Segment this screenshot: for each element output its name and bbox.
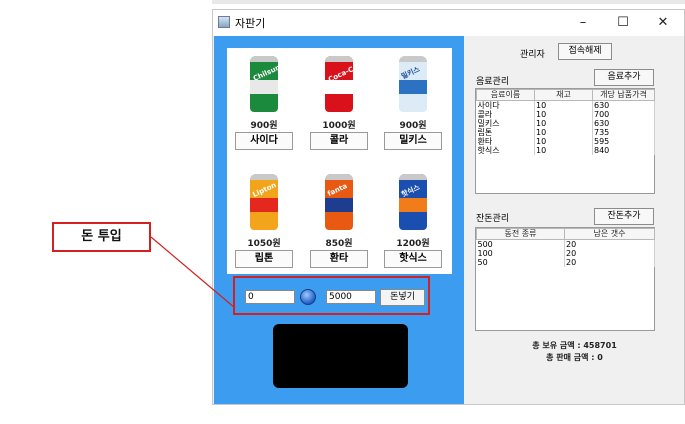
product-lipton: Lipton 1050원 립톤: [231, 172, 293, 272]
change-section-title: 잔돈관리: [476, 214, 510, 224]
admin-panel: 관리자 접속해제 음료관리 음료추가 음료이름 재고 개당 납품가격 사이다 10…: [465, 36, 684, 404]
drink-table-box: 음료이름 재고 개당 납품가격 사이다 10 630 콜라 10 700 밀키스 10 63…: [475, 88, 655, 194]
table-cell: 500: [476, 239, 565, 249]
column-header[interactable]: 개당 납품가격: [592, 89, 655, 101]
table-row[interactable]: 콜라 10 700: [476, 110, 655, 119]
callout-label: 돈 투입: [52, 222, 151, 252]
table-row[interactable]: 환타 10 595: [476, 137, 655, 146]
buy-cola-button[interactable]: 콜라: [310, 132, 368, 150]
product-hot6: 핫식스 1200원 핫식스: [380, 172, 442, 272]
table-row[interactable]: 50 20: [476, 258, 655, 267]
table-cell: 10: [534, 128, 593, 137]
drink-section-title: 음료관리: [476, 77, 510, 87]
table-cell: 10: [534, 110, 593, 119]
fanta-can-image: fanta: [325, 174, 353, 230]
close-button[interactable]: ✕: [643, 12, 683, 34]
milkis-can-image: 밀키스: [399, 56, 427, 112]
disconnect-button[interactable]: 접속해제: [558, 43, 612, 60]
buy-lipton-button[interactable]: 립톤: [235, 250, 293, 268]
table-cell: 10: [534, 119, 593, 128]
column-header[interactable]: 동전 종류: [476, 228, 565, 240]
table-cell: 핫식스: [476, 146, 535, 155]
java-app-icon: [218, 16, 230, 28]
product-display: Chilsung 900원 사이다 Coca-Cola 1000원 콜라 밀키스…: [227, 48, 452, 274]
column-header[interactable]: 남은 갯수: [564, 228, 655, 240]
table-cell: 10: [534, 100, 593, 110]
table-cell: 700: [592, 110, 655, 119]
total-sales-label: 총 판매 금액 : 0: [546, 353, 603, 362]
vending-machine-window: 자판기 – ☐ ✕ Chilsung 900원 사이다 Coca-Cola 10…: [212, 9, 685, 405]
table-cell: 735: [592, 128, 655, 137]
fanta-logo: fanta: [326, 181, 349, 199]
table-cell: 밀키스: [476, 119, 535, 128]
buy-cider-button[interactable]: 사이다: [235, 132, 293, 150]
total-holding-label: 총 보유 금액 : 458701: [532, 341, 617, 350]
table-row[interactable]: 밀키스 10 630: [476, 119, 655, 128]
table-row[interactable]: 500 20: [476, 239, 655, 249]
add-change-button[interactable]: 잔돈추가: [594, 208, 654, 225]
table-row[interactable]: 사이다 10 630: [476, 100, 655, 110]
background-window-edge: [212, 0, 685, 4]
minimize-button[interactable]: –: [563, 12, 603, 34]
table-cell: 630: [592, 119, 655, 128]
fanta-price: 850원: [325, 239, 353, 249]
product-cider: Chilsung 900원 사이다: [231, 54, 293, 154]
money-insert-highlight: [233, 276, 430, 315]
dispenser-slot: [273, 324, 408, 388]
buy-milkis-button[interactable]: 밀키스: [384, 132, 442, 150]
hot6-can-image: 핫식스: [399, 174, 427, 230]
product-cola: Coca-Cola 1000원 콜라: [306, 54, 368, 154]
lipton-logo: Lipton: [251, 181, 278, 199]
table-cell: 840: [592, 146, 655, 155]
maximize-button[interactable]: ☐: [603, 12, 643, 34]
table-cell: 사이다: [476, 100, 535, 110]
column-header[interactable]: 재고: [534, 89, 593, 101]
lipton-can-image: Lipton: [250, 174, 278, 230]
table-cell: 20: [564, 258, 655, 267]
buy-fanta-button[interactable]: 환타: [310, 250, 368, 268]
change-table: 동전 종류 남은 갯수 500 20 100 20 50 20: [476, 228, 655, 267]
table-cell: 595: [592, 137, 655, 146]
table-cell: 립톤: [476, 128, 535, 137]
hot6-price: 1200원: [396, 239, 430, 249]
cider-can-image: Chilsung: [250, 56, 278, 112]
table-cell: 10: [534, 137, 593, 146]
table-row[interactable]: 100 20: [476, 249, 655, 258]
table-cell: 10: [534, 146, 593, 155]
table-cell: 20: [564, 249, 655, 258]
cider-price: 900원: [250, 121, 278, 131]
table-row[interactable]: 핫식스 10 840: [476, 146, 655, 155]
add-drink-button[interactable]: 음료추가: [594, 69, 654, 86]
change-table-box: 동전 종류 남은 갯수 500 20 100 20 50 20: [475, 227, 655, 331]
buy-hot6-button[interactable]: 핫식스: [384, 250, 442, 268]
table-row[interactable]: 립톤 10 735: [476, 128, 655, 137]
table-cell: 환타: [476, 137, 535, 146]
window-title: 자판기: [235, 17, 266, 30]
cola-can-image: Coca-Cola: [325, 56, 353, 112]
column-header[interactable]: 음료이름: [476, 89, 535, 101]
table-cell: 630: [592, 100, 655, 110]
milkis-price: 900원: [399, 121, 427, 131]
table-cell: 20: [564, 239, 655, 249]
drink-table: 음료이름 재고 개당 납품가격 사이다 10 630 콜라 10 700 밀키스 10 63…: [476, 89, 655, 155]
vending-panel: Chilsung 900원 사이다 Coca-Cola 1000원 콜라 밀키스…: [214, 36, 464, 404]
admin-label: 관리자: [520, 50, 545, 60]
table-cell: 콜라: [476, 110, 535, 119]
title-bar: 자판기 – ☐ ✕: [213, 10, 684, 36]
table-cell: 100: [476, 249, 565, 258]
product-milkis: 밀키스 900원 밀키스: [380, 54, 442, 154]
table-cell: 50: [476, 258, 565, 267]
cola-price: 1000원: [322, 121, 356, 131]
product-fanta: fanta 850원 환타: [306, 172, 368, 272]
lipton-price: 1050원: [247, 239, 281, 249]
